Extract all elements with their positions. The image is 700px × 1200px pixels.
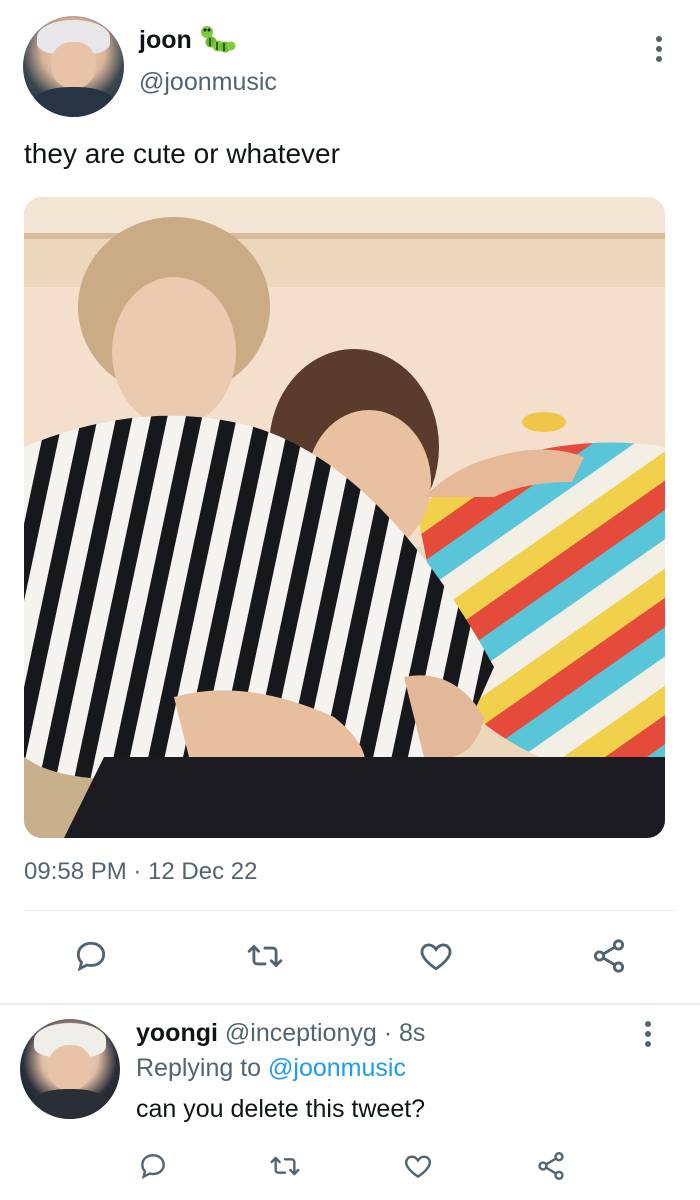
reply-text: can you delete this tweet? [136, 1095, 426, 1123]
reply-time: · 8s [383, 1019, 426, 1047]
reply-action-bar [0, 1145, 700, 1185]
author-display-name[interactable]: joon [139, 26, 192, 55]
reply-author-handle[interactable]: @inceptionyg [225, 1019, 377, 1047]
author-avatar[interactable] [23, 16, 124, 117]
reply-header: yoongi @inceptionyg · 8s [136, 1019, 425, 1048]
caterpillar-icon [201, 26, 236, 53]
photo-illustration [24, 197, 665, 838]
tweet-photo[interactable] [24, 197, 665, 838]
divider [24, 910, 676, 911]
reply-author-name[interactable]: yoongi [136, 1019, 218, 1047]
tweet-timestamp[interactable]: 09:58 PM · 12 Dec 22 [24, 858, 257, 886]
share-icon[interactable] [588, 935, 630, 977]
replying-to-line: Replying to @joonmusic [136, 1054, 406, 1083]
author-handle[interactable]: @joonmusic [139, 68, 277, 97]
replying-to-link[interactable]: @joonmusic [268, 1054, 406, 1082]
reply-icon[interactable] [70, 935, 112, 977]
reply-tweet[interactable]: yoongi @inceptionyg · 8s Replying to @jo… [0, 1005, 700, 1200]
reply-more-options-icon[interactable] [637, 1019, 659, 1049]
main-tweet: joon @joonmusic they are cute or whateve… [0, 0, 700, 1003]
reply-icon[interactable] [132, 1145, 174, 1187]
retweet-icon[interactable] [244, 935, 286, 977]
retweet-icon[interactable] [264, 1145, 306, 1187]
share-icon[interactable] [530, 1145, 572, 1187]
tweet-text: they are cute or whatever [24, 138, 340, 169]
reply-author-avatar[interactable] [20, 1019, 120, 1119]
like-icon[interactable] [397, 1145, 439, 1187]
replying-prefix: Replying to [136, 1054, 262, 1082]
tweet-action-bar [0, 935, 700, 979]
more-options-icon[interactable] [648, 34, 670, 64]
like-icon[interactable] [415, 935, 457, 977]
